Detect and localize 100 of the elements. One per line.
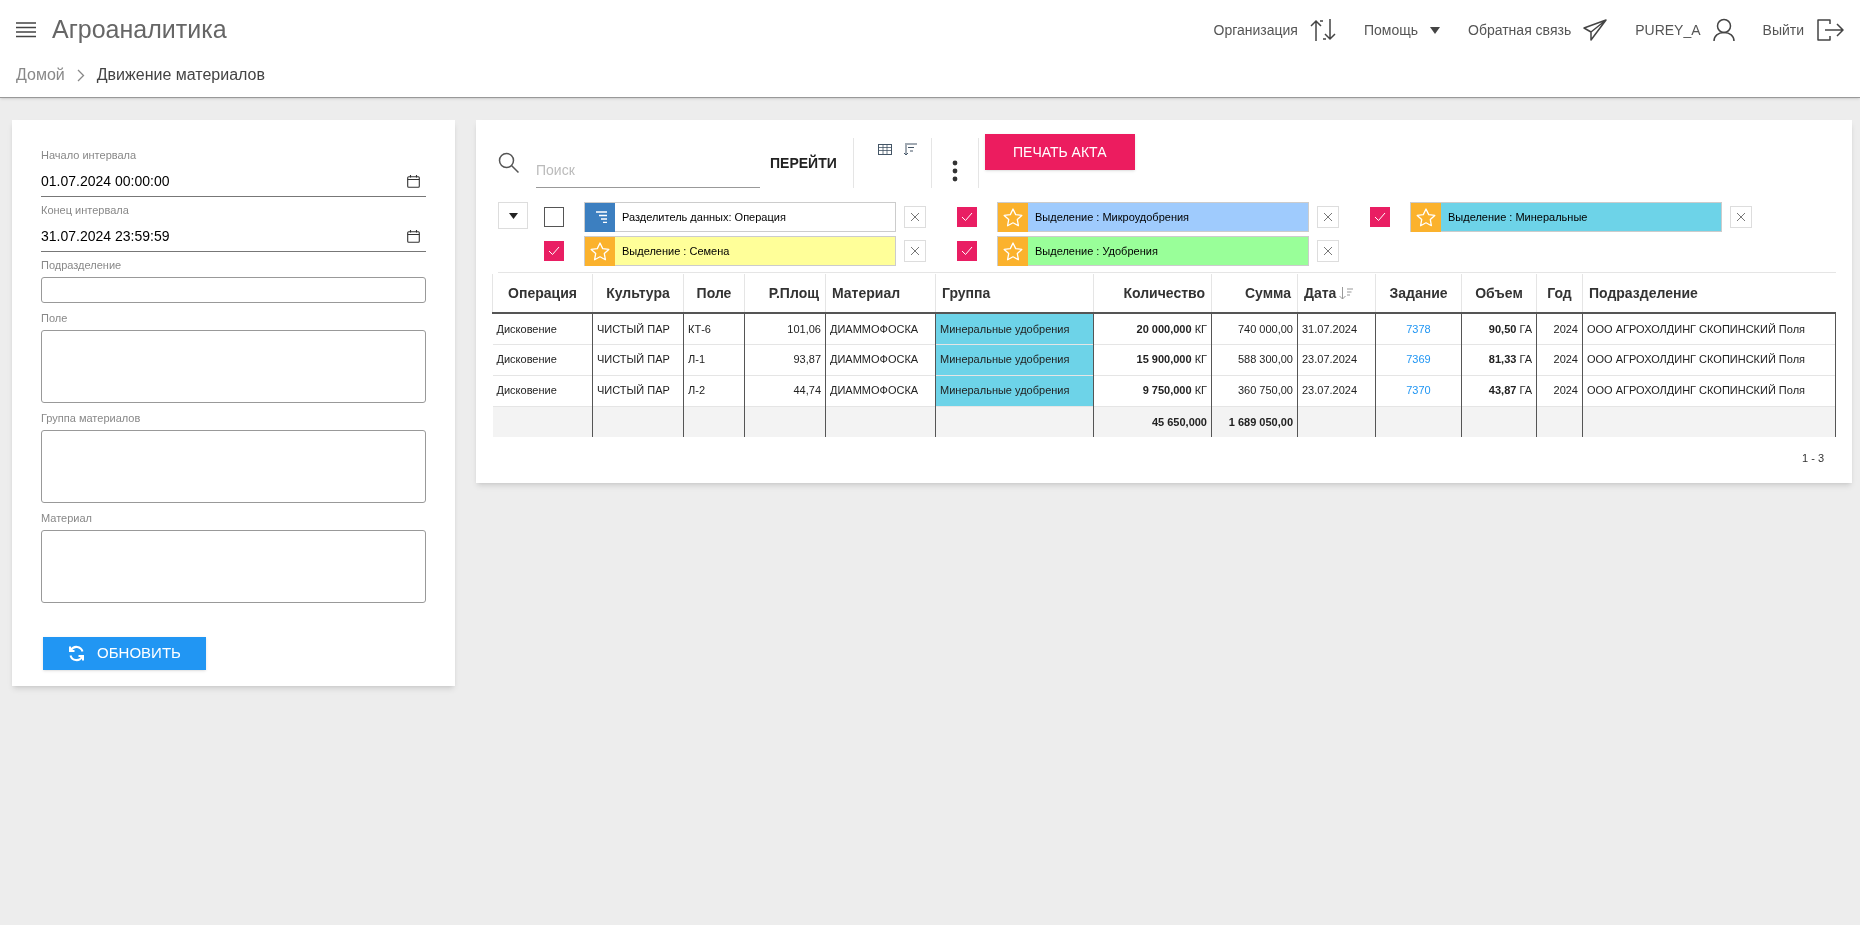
table-cell: Дисковение <box>492 313 593 344</box>
nav-item[interactable]: Выйти <box>1762 18 1844 42</box>
search-field[interactable]: Поиск <box>536 152 760 188</box>
user-icon <box>1712 18 1735 42</box>
column-header[interactable]: Операция <box>492 274 593 313</box>
column-header[interactable]: Сумма <box>1211 274 1298 313</box>
pagination-text: 1 - 3 <box>1802 451 1824 466</box>
table-cell: 740 000,00 <box>1211 313 1298 344</box>
nav-item[interactable]: PUREY_A <box>1635 18 1735 42</box>
column-header[interactable]: Подразделение <box>1582 274 1836 313</box>
field-label: Начало интервала <box>41 148 138 162</box>
chevron-right-icon <box>76 68 85 82</box>
app-title: Агроаналитика <box>52 14 227 46</box>
column-header[interactable]: Р.Площ <box>744 274 826 313</box>
table-cell: Л-2 <box>683 375 745 406</box>
column-header[interactable]: Задание <box>1375 274 1462 313</box>
column-header[interactable]: Культура <box>592 274 684 313</box>
dropdown-button[interactable] <box>498 202 528 229</box>
caret-down-icon <box>508 212 518 219</box>
table-cell: 81,33 ГА <box>1461 344 1537 375</box>
more-vertical-icon[interactable] <box>951 160 958 182</box>
table-cell: Дисковение <box>492 375 593 406</box>
go-button[interactable]: ПЕРЕЙТИ <box>766 152 841 174</box>
print-button[interactable]: ПЕЧАТЬ АКТА <box>984 134 1135 170</box>
date-field[interactable]: 31.07.2024 23:59:59 <box>41 222 426 252</box>
table-cell: 93,87 <box>744 344 826 375</box>
table-cell: 31.07.2024 <box>1297 313 1376 344</box>
text-area[interactable] <box>41 330 426 403</box>
paper-plane-icon <box>1583 19 1608 41</box>
table-cell: 44,74 <box>744 375 826 406</box>
caret-down-icon <box>1430 26 1441 34</box>
field-label: Подразделение <box>41 258 123 272</box>
table-cell: 360 750,00 <box>1211 375 1298 406</box>
table-cell: 90,50 ГА <box>1461 313 1537 344</box>
column-header[interactable]: Объем <box>1461 274 1537 313</box>
sort-descending-icon[interactable] <box>1339 287 1354 301</box>
nav-item[interactable]: Организация <box>1213 18 1336 42</box>
checkbox[interactable] <box>544 241 564 261</box>
date-field[interactable]: 01.07.2024 00:00:00 <box>41 167 426 197</box>
calendar-icon[interactable] <box>407 175 420 188</box>
table-cell: 23.07.2024 <box>1297 375 1376 406</box>
close-icon <box>1323 246 1333 256</box>
page-title: Движение материалов <box>96 65 265 85</box>
field-label: Конец интервала <box>41 203 130 217</box>
checkbox[interactable] <box>544 207 564 227</box>
close-icon <box>910 212 920 222</box>
menu-icon[interactable] <box>16 22 36 38</box>
table-cell: 43,87 ГА <box>1461 375 1537 406</box>
remove-button[interactable] <box>904 206 926 228</box>
table-cell: 9 750,000 КГ <box>1093 375 1212 406</box>
text-area[interactable] <box>41 530 426 603</box>
rule-chip[interactable]: Выделение : Минеральные <box>1410 202 1722 232</box>
table-cell: ООО АГРОХОЛДИНГ СКОПИНСКИЙ Поля <box>1582 375 1836 406</box>
checkmark-icon <box>548 246 560 256</box>
sort-lines-icon[interactable] <box>902 143 918 156</box>
swap-arrows-icon <box>1309 18 1336 42</box>
table-cell: 2024 <box>1536 375 1583 406</box>
column-header[interactable]: Поле <box>683 274 745 313</box>
search-icon[interactable] <box>498 152 520 174</box>
table-cell: Минеральные удобрения <box>935 375 1094 406</box>
breadcrumb-link[interactable]: Домой <box>16 63 65 87</box>
nav-item[interactable]: Обратная связь <box>1468 19 1608 41</box>
checkmark-icon <box>961 246 973 256</box>
close-icon <box>910 246 920 256</box>
remove-button[interactable] <box>1317 206 1339 228</box>
rule-chip[interactable]: Разделитель данных: Операция <box>584 202 896 232</box>
checkbox[interactable] <box>1370 207 1390 227</box>
column-header[interactable]: Количество <box>1093 274 1212 313</box>
column-header[interactable]: Дата <box>1297 274 1376 313</box>
table-cell: 2024 <box>1536 313 1583 344</box>
table-cell: ООО АГРОХОЛДИНГ СКОПИНСКИЙ Поля <box>1582 344 1836 375</box>
table-icon[interactable] <box>877 144 892 155</box>
rule-chip[interactable]: Выделение : Удобрения <box>997 236 1309 266</box>
remove-button[interactable] <box>904 240 926 262</box>
rule-chip[interactable]: Выделение : Семена <box>584 236 896 266</box>
field-label: Поле <box>41 311 69 325</box>
table-cell: 23.07.2024 <box>1297 344 1376 375</box>
table-cell: Л-1 <box>683 344 745 375</box>
table-cell: ЧИСТЫЙ ПАР <box>592 375 684 406</box>
remove-button[interactable] <box>1317 240 1339 262</box>
text-area[interactable] <box>41 430 426 503</box>
rule-chip[interactable]: Выделение : Микроудобрения <box>997 202 1309 232</box>
remove-button[interactable] <box>1730 206 1752 228</box>
table-cell: ЧИСТЫЙ ПАР <box>592 344 684 375</box>
table-cell: ДИАММОФОСКА <box>825 313 936 344</box>
table-cell: ДИАММОФОСКА <box>825 344 936 375</box>
table-cell: 15 900,000 КГ <box>1093 344 1212 375</box>
checkmark-icon <box>961 212 973 222</box>
field-label: Материал <box>41 511 93 525</box>
field-label: Группа материалов <box>41 411 142 425</box>
column-header[interactable]: Группа <box>935 274 1094 313</box>
column-header[interactable]: Материал <box>825 274 936 313</box>
checkbox[interactable] <box>957 207 977 227</box>
close-icon <box>1323 212 1333 222</box>
column-header[interactable]: Год <box>1536 274 1583 313</box>
calendar-icon[interactable] <box>407 230 420 243</box>
nav-item[interactable]: Помощь <box>1363 19 1441 41</box>
checkbox[interactable] <box>957 241 977 261</box>
input-field[interactable] <box>41 277 426 303</box>
table-cell: 20 000,000 КГ <box>1093 313 1212 344</box>
